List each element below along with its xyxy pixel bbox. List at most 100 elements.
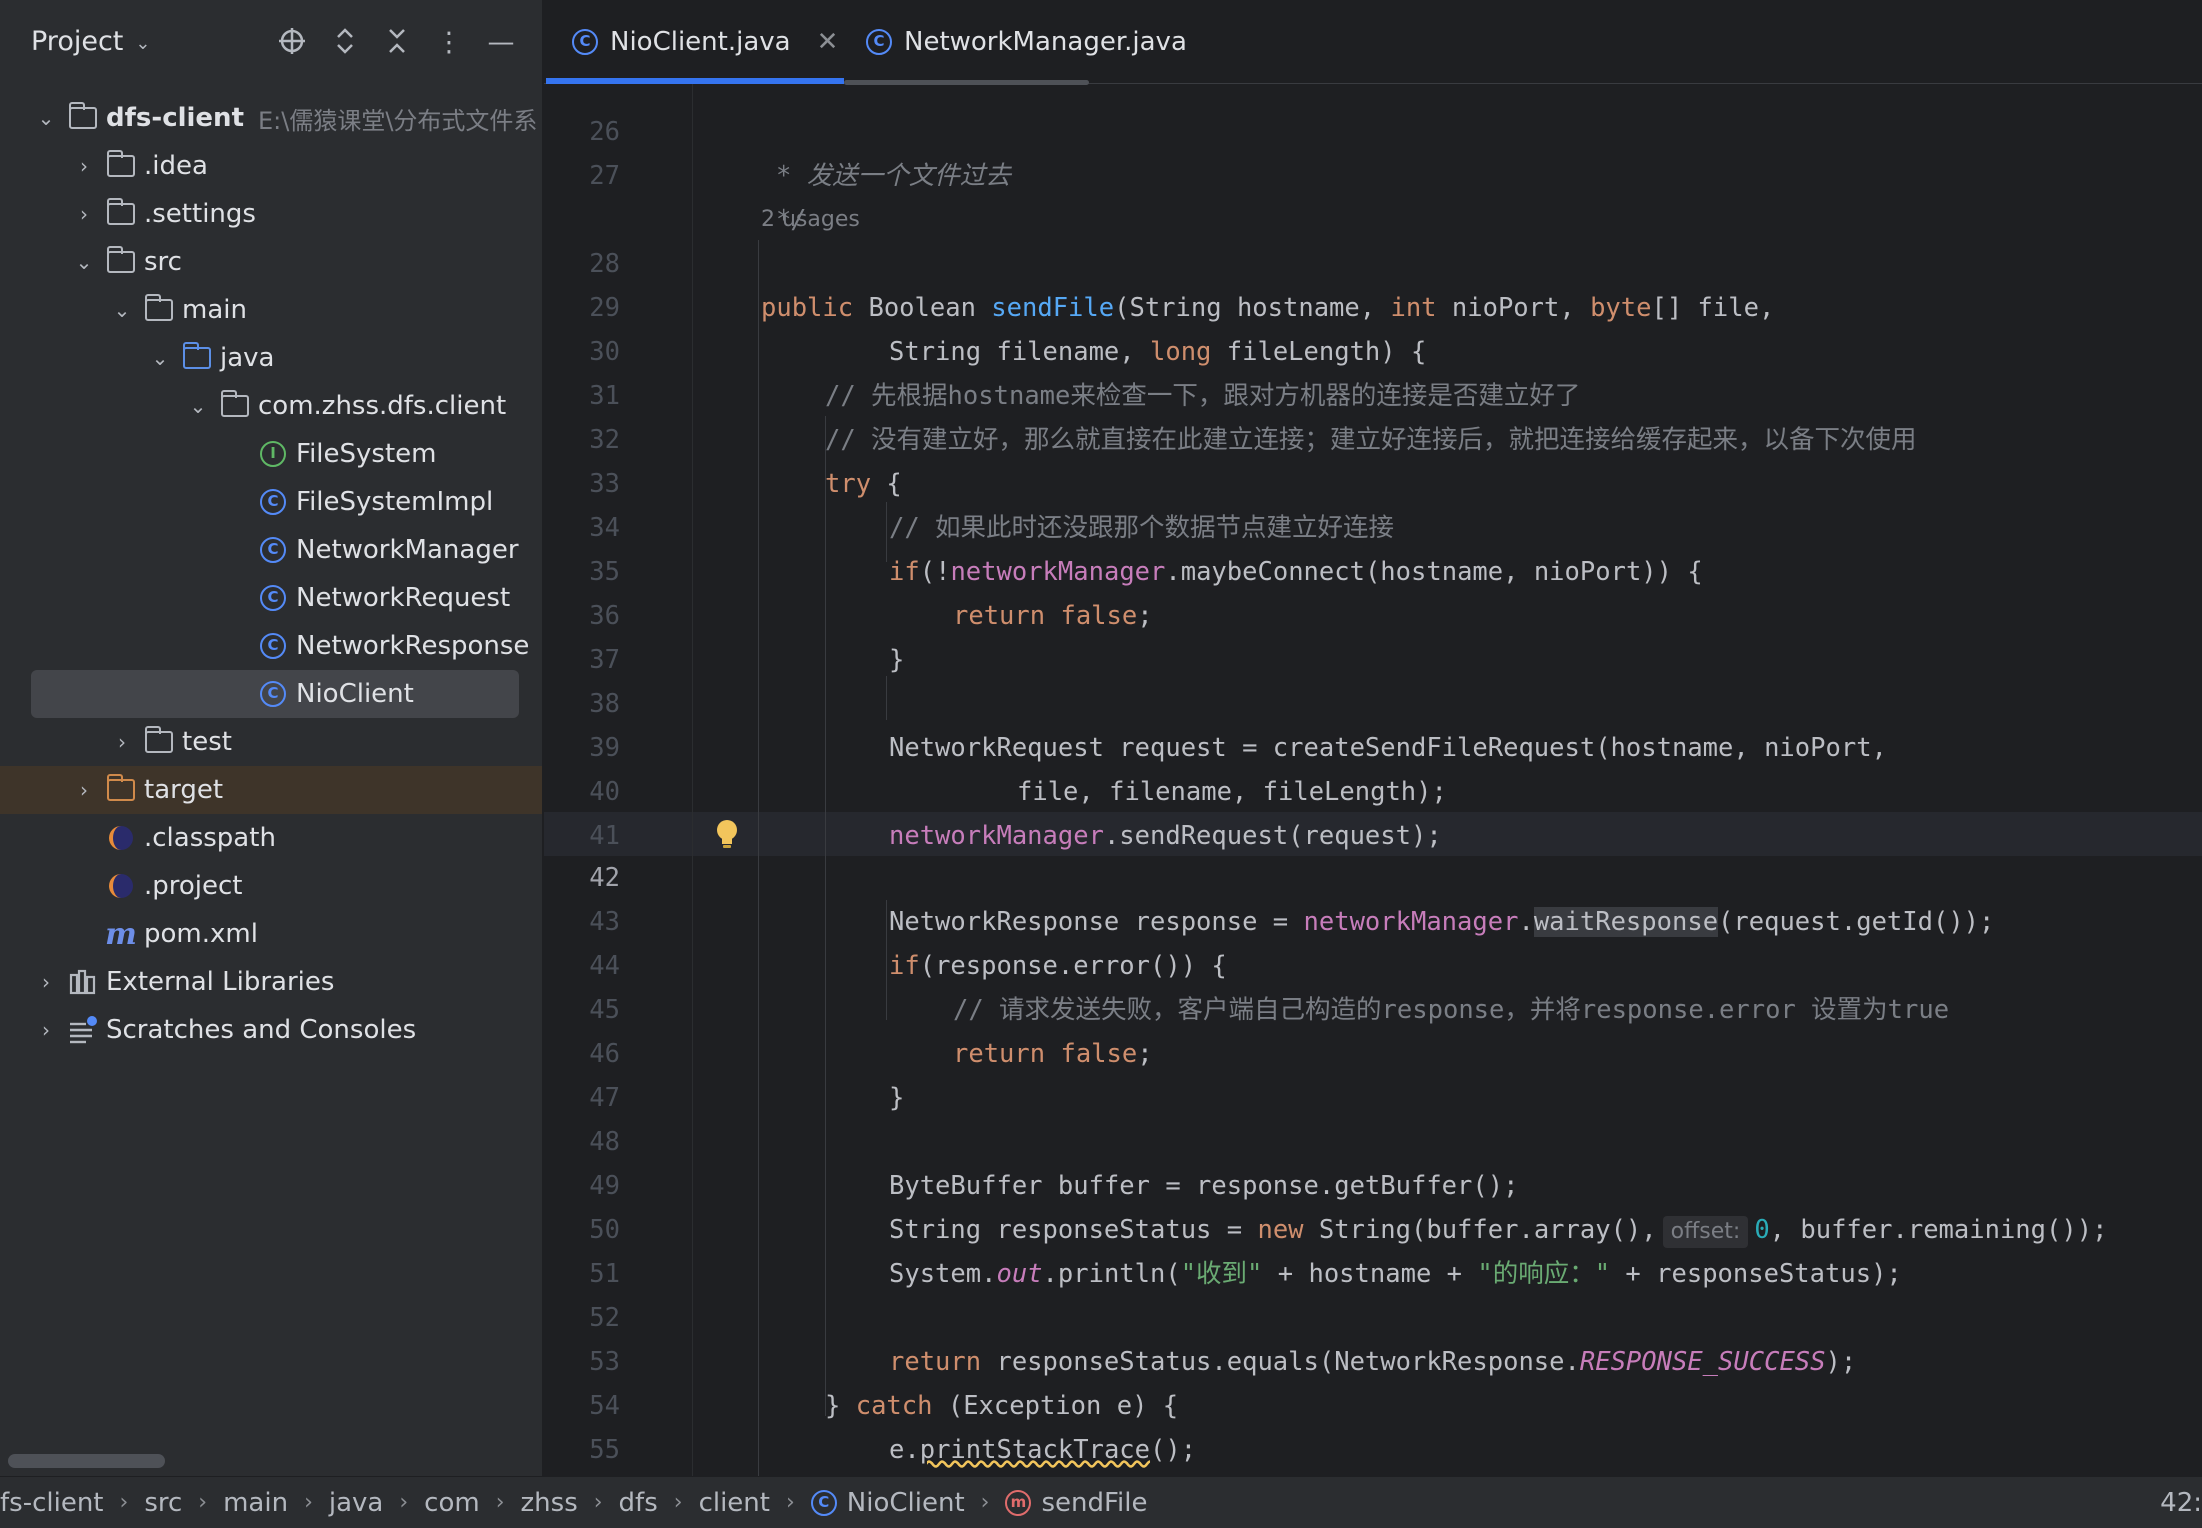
code-line-55[interactable]: 55 } [544,1384,2202,1465]
code-line-51[interactable]: 51 [544,1208,2202,1289]
code-line-33[interactable]: 33 // 如果此时还没跟那个数据节点建立好连接 [544,418,2202,543]
folder-icon [106,150,136,181]
code-line-30[interactable]: 30 // 先根据hostname来检查一下，跟对方机器的连接是否建立好了 [544,286,2202,411]
tree-item-project[interactable]: › .project [0,862,542,910]
package-icon [220,390,250,421]
code-line-43[interactable]: 43 if(response.error()) { [544,856,2202,981]
tree-item-main[interactable]: ⌄ main [0,286,542,334]
code-line-44[interactable]: 44 // 请求发送失败，客户端自己构造的response，并将response… [544,900,2202,1025]
tree-item-src[interactable]: ⌄ src [0,238,542,286]
tree-item-networkrequest[interactable]: › C NetworkRequest [0,574,542,622]
code-line-34[interactable]: 34 if(!networkManager.maybeConnect(hostn… [544,462,2202,587]
chevron-down-icon[interactable]: ⌄ [148,346,172,370]
code-line-40[interactable]: 40 networkManager.sendRequest(request); [544,726,2202,851]
tree-item-label: pom.xml [144,919,258,949]
code-line-31[interactable]: 31 // 没有建立好，那么就直接在此建立连接；建立好连接后，就把连接给缓存起来… [544,330,2202,455]
code-line-36[interactable]: 36 } [544,550,2202,675]
library-icon [68,967,98,997]
code-line-50[interactable]: 50 System.out.println("收到" + hostname + … [544,1164,2202,1289]
breadcrumb-dfs[interactable]: dfs › [619,1488,699,1518]
code-line-26[interactable]: 26 * 发送一个文件过去 [544,66,2202,191]
breadcrumb-method[interactable]: m sendFile [1005,1488,1148,1518]
folder-icon [144,294,174,325]
expand-all-icon[interactable] [328,26,362,60]
folder-icon [106,198,136,229]
breadcrumb-class[interactable]: C NioClient › [810,1488,1006,1518]
tree-item-external-libraries[interactable]: › External Libraries [0,958,542,1006]
code-line-42[interactable]: 42 NetworkResponse response = networkMan… [544,812,2202,937]
tree-item-filesystemimpl[interactable]: › C FileSystemImpl [0,478,542,526]
code-line-52[interactable]: 52 return responseStatus.equals(NetworkR… [544,1252,2202,1377]
tree-item-package[interactable]: ⌄ com.zhss.dfs.client [0,382,542,430]
tree-item-networkresponse[interactable]: › C NetworkResponse [0,622,542,670]
tree-item-dfs-client[interactable]: ⌄ dfs-client E:\儒猿课堂\分布式文件系 [0,94,542,142]
code-line-28[interactable]: 28 public Boolean sendFile(String hostna… [544,198,2202,323]
chevron-down-icon[interactable]: ⌄ [110,298,134,322]
eclipse-file-icon [106,871,136,901]
chevron-right-icon[interactable]: › [34,970,58,994]
code-line-45[interactable]: 45 return false; [544,944,2202,1069]
code-line-41[interactable]: 41 [544,770,2202,851]
chevron-down-icon[interactable]: ⌄ [72,250,96,274]
options-menu-icon[interactable]: ⋮ [432,26,466,60]
code-line-29[interactable]: 29 String filename, long fileLength) { [544,242,2202,367]
breadcrumb-module[interactable]: fs-client › [0,1488,144,1518]
breadcrumb-src[interactable]: src › [144,1488,223,1518]
code-line-56[interactable]: 56 [544,1428,2202,1472]
breadcrumb-main[interactable]: main › [223,1488,329,1518]
close-icon[interactable]: ✕ [817,27,839,57]
chevron-right-icon[interactable]: › [72,202,96,226]
collapse-all-icon[interactable] [380,26,414,60]
hide-panel-icon[interactable]: — [484,26,518,60]
code-line-35[interactable]: 35 return false; [544,506,2202,631]
code-line-53[interactable]: 53 } catch (Exception e) { [544,1296,2202,1421]
code-line-49[interactable]: 49 String responseStatus = new String(bu… [544,1120,2202,1248]
tree-item-nioclient[interactable]: › C NioClient [0,670,542,718]
code-line-38[interactable]: 38 NetworkRequest request = createSendFi… [544,638,2202,763]
breadcrumb-com[interactable]: com › [424,1488,520,1518]
tree-item-label: dfs-client [106,103,244,133]
tree-item-filesystem[interactable]: › I FileSystem [0,430,542,478]
tree-item-label: target [144,775,224,805]
lightbulb-icon[interactable] [714,818,744,850]
tree-item-target[interactable]: › target [0,766,542,814]
chevron-right-icon: › [495,1490,505,1515]
tree-item-java[interactable]: ⌄ java [0,334,542,382]
code-line-32[interactable]: 32 try { [544,374,2202,499]
tree-item-classpath[interactable]: › .classpath [0,814,542,862]
breadcrumb-client[interactable]: client › [699,1488,811,1518]
tree-item-label: main [182,295,247,325]
tree-item-networkmanager[interactable]: › C NetworkManager [0,526,542,574]
chevron-right-icon: › [399,1490,409,1515]
chevron-right-icon: › [198,1490,208,1515]
caret-position[interactable]: 42: [2160,1488,2202,1518]
chevron-right-icon[interactable]: › [72,154,96,178]
code-lens-usages[interactable]: 2 usages [544,154,2202,232]
navigation-bar: fs-client › src › main › java › com › zhss › d… [0,1476,2202,1528]
code-line-37[interactable]: 37 [544,594,2202,675]
chevron-down-icon[interactable]: ⌄ [34,106,58,130]
locate-icon[interactable] [275,26,309,60]
chevron-right-icon[interactable]: › [110,730,134,754]
code-line-46[interactable]: 46 } [544,988,2202,1113]
tree-item-idea[interactable]: › .idea [0,142,542,190]
code-line-54[interactable]: 54 e.printStackTrace(); [544,1340,2202,1465]
chevron-right-icon[interactable]: › [34,1018,58,1042]
code-line-48[interactable]: 48 ByteBuffer buffer = response.getBuffe… [544,1076,2202,1201]
breadcrumb-zhss[interactable]: zhss › [521,1488,619,1518]
chevron-right-icon: › [304,1490,313,1515]
code-line-39[interactable]: 39 file, filename, fileLength); [544,682,2202,807]
code-line-47[interactable]: 47 [544,1032,2202,1113]
project-view-selector[interactable]: Project ⌄ [31,26,150,57]
horizontal-scrollbar[interactable] [8,1454,165,1468]
chevron-down-icon[interactable]: ⌄ [186,394,210,418]
tree-item-scratches[interactable]: › Scratches and Consoles [0,1006,542,1054]
chevron-right-icon[interactable]: › [72,778,96,802]
code-line-27[interactable]: 27 */ [544,110,2202,235]
tree-item-test[interactable]: › test [0,718,542,766]
class-icon: C [258,679,288,709]
tree-item-pom[interactable]: › m pom.xml [0,910,542,958]
breadcrumb-java[interactable]: java › [329,1488,424,1518]
folder-icon [106,246,136,277]
tree-item-settings[interactable]: › .settings [0,190,542,238]
